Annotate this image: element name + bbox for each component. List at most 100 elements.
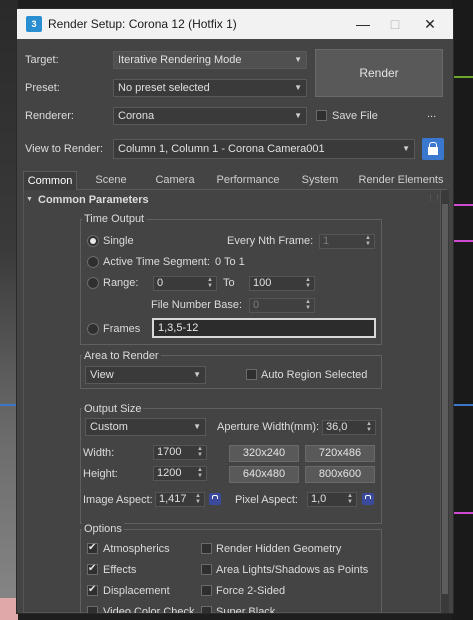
preset-720x486-button[interactable]: 720x486 — [305, 445, 375, 462]
aperture-width-label: Aperture Width(mm): — [217, 421, 320, 433]
range-radio[interactable] — [87, 277, 99, 289]
every-nth-frame-spinner[interactable]: 1 ▲ ▼ — [319, 234, 375, 249]
active-time-segment-label: Active Time Segment: — [103, 256, 210, 268]
range-to-value: 100 — [253, 277, 272, 289]
rollout-collapse-icon[interactable]: ▼ — [26, 196, 33, 203]
spinner-arrows-icon: ▲ ▼ — [347, 493, 353, 505]
force-2-sided-label: Force 2-Sided — [216, 585, 286, 597]
save-file-browse-button[interactable]: ... — [427, 108, 436, 120]
view-to-render-dropdown[interactable]: Column 1, Column 1 - Corona Camera001 ▼ — [113, 139, 415, 159]
preset-value: No preset selected — [118, 82, 210, 94]
app-icon: 3 — [26, 16, 42, 32]
every-nth-frame-value: 1 — [323, 235, 330, 247]
scrollbar-thumb[interactable] — [442, 204, 448, 594]
pixel-aspect-spinner[interactable]: 1,0 ▲ ▼ — [307, 492, 357, 507]
force-2-sided-checkbox[interactable] — [201, 585, 212, 596]
preset-320x240-button[interactable]: 320x240 — [229, 445, 299, 462]
preset-dropdown[interactable]: No preset selected ▼ — [113, 79, 307, 97]
range-to-spinner[interactable]: 100 ▲ ▼ — [249, 276, 315, 291]
render-hidden-geometry-checkbox[interactable] — [201, 543, 212, 554]
options-title: Options — [82, 523, 124, 535]
atmospherics-checkbox[interactable] — [87, 542, 98, 554]
pixel-aspect-lock-icon[interactable] — [362, 493, 374, 505]
tab-camera[interactable]: Camera — [147, 171, 203, 189]
range-from-value: 0 — [157, 277, 164, 289]
area-to-render-value: View — [90, 369, 114, 381]
viewport-backdrop-right — [452, 0, 473, 620]
frames-label: Frames — [103, 323, 141, 335]
lock-view-button[interactable] — [422, 138, 444, 160]
backdrop-line — [452, 404, 473, 406]
auto-region-selected-checkbox[interactable] — [246, 369, 257, 380]
preset-800x600-button[interactable]: 800x600 — [305, 466, 375, 483]
atmospherics-label: Atmospherics — [103, 543, 170, 555]
effects-checkbox[interactable] — [87, 563, 98, 575]
lock-shackle — [429, 142, 437, 149]
single-label: Single — [103, 235, 134, 247]
preset-640x480-button[interactable]: 640x480 — [229, 466, 299, 483]
save-file-checkbox[interactable] — [316, 110, 327, 121]
super-black-checkbox[interactable] — [201, 606, 212, 613]
image-aspect-lock-icon[interactable] — [209, 493, 221, 505]
aperture-width-value: 36,0 — [326, 421, 348, 433]
tab-performance[interactable]: Performance — [209, 171, 287, 189]
renderer-dropdown[interactable]: Corona ▼ — [113, 107, 307, 125]
displacement-label: Displacement — [103, 585, 170, 597]
renderer-value: Corona — [118, 110, 155, 122]
active-time-segment-radio[interactable] — [87, 256, 99, 268]
range-from-spinner[interactable]: 0 ▲ ▼ — [153, 276, 217, 291]
tab-common[interactable]: Common — [23, 171, 77, 190]
spinner-arrows-icon: ▲ ▼ — [207, 277, 213, 289]
image-aspect-label: Image Aspect: — [83, 494, 153, 506]
displacement-checkbox[interactable] — [87, 584, 98, 596]
pixel-aspect-label: Pixel Aspect: — [235, 494, 298, 506]
super-black-label: Super Black — [216, 606, 276, 614]
spinner-arrows-icon: ▲ ▼ — [305, 299, 311, 311]
output-size-preset-dropdown[interactable]: Custom ▼ — [85, 418, 206, 436]
backdrop-line — [452, 204, 473, 206]
frames-radio[interactable] — [87, 323, 99, 335]
range-label: Range: — [103, 277, 139, 289]
frames-input[interactable]: 1,3,5-12 — [152, 318, 376, 338]
image-aspect-spinner[interactable]: 1,417 ▲ ▼ — [155, 492, 205, 507]
chevron-down-icon: ▼ — [294, 83, 302, 92]
aperture-width-spinner[interactable]: 36,0 ▲ ▼ — [322, 420, 376, 435]
minimize-button[interactable]: — — [348, 13, 378, 35]
height-value: 1200 — [157, 467, 182, 479]
tab-render-elements[interactable]: Render Elements — [353, 171, 449, 189]
close-button[interactable]: ✕ — [415, 13, 445, 35]
scrollbar[interactable] — [441, 190, 449, 613]
output-size-title: Output Size — [82, 403, 144, 415]
tab-scene[interactable]: Scene — [81, 171, 141, 189]
file-number-base-label: File Number Base: — [151, 299, 243, 311]
backdrop-line — [452, 240, 473, 242]
video-color-check-checkbox[interactable] — [87, 606, 98, 613]
area-to-render-dropdown[interactable]: View ▼ — [85, 366, 206, 384]
height-spinner[interactable]: 1200 ▲ ▼ — [153, 466, 207, 481]
spinner-arrows-icon: ▲ ▼ — [365, 235, 371, 247]
effects-label: Effects — [103, 564, 137, 576]
window-title: Render Setup: Corona 12 (Hotfix 1) — [48, 17, 237, 31]
spinner-arrows-icon: ▲ ▼ — [305, 277, 311, 289]
maximize-button[interactable]: □ — [380, 13, 410, 35]
chevron-down-icon: ▼ — [294, 111, 302, 120]
active-time-segment-value: 0 To 1 — [215, 256, 245, 268]
auto-region-selected-label: Auto Region Selected — [261, 369, 368, 381]
area-lights-as-points-checkbox[interactable] — [201, 564, 212, 575]
file-number-base-value: 0 — [253, 299, 260, 311]
chevron-down-icon: ▼ — [402, 144, 410, 153]
file-number-base-spinner[interactable]: 0 ▲ ▼ — [249, 298, 315, 313]
render-setup-window: 3 Render Setup: Corona 12 (Hotfix 1) — □… — [16, 8, 454, 614]
target-dropdown[interactable]: Iterative Rendering Mode ▼ — [113, 51, 307, 69]
range-to-label: To — [223, 277, 235, 289]
every-nth-frame-label: Every Nth Frame: — [227, 235, 314, 247]
single-radio[interactable] — [87, 235, 99, 247]
height-label: Height: — [83, 468, 118, 480]
width-spinner[interactable]: 1700 ▲ ▼ — [153, 445, 207, 460]
rollout-grip-icon: ⋮⋮ — [427, 195, 441, 202]
renderer-label: Renderer: — [25, 110, 74, 122]
render-button[interactable]: Render — [315, 49, 443, 97]
tab-system[interactable]: System — [293, 171, 347, 189]
spinner-arrows-icon: ▲ ▼ — [197, 467, 203, 479]
rollout-title[interactable]: Common Parameters — [38, 194, 149, 206]
